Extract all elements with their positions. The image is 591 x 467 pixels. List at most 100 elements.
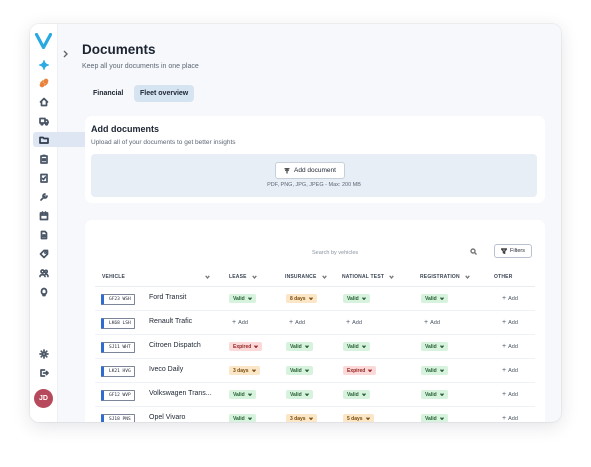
add-label: Add xyxy=(508,415,518,422)
page-title: Documents xyxy=(82,42,156,57)
status-label: Valid xyxy=(425,391,437,398)
add-label: Add xyxy=(508,343,518,350)
status-badge-insurance[interactable]: 8 days xyxy=(286,294,317,303)
column-header-other[interactable]: OTHER xyxy=(494,274,513,280)
search-placeholder: Search by vehicles xyxy=(312,249,359,256)
nav-item-settings[interactable] xyxy=(33,346,54,361)
table-row[interactable]: GF12 WVP Volkswagen Trans... Valid Valid Val… xyxy=(95,383,535,407)
license-plate: LK68 LSH xyxy=(101,318,135,329)
status-badge-lease[interactable]: Valid xyxy=(229,294,256,303)
status-label: Valid xyxy=(233,391,245,398)
status-badge-insurance[interactable]: Valid xyxy=(286,366,313,375)
status-label: Valid xyxy=(425,295,437,302)
status-badge-insurance[interactable]: 3 days xyxy=(286,414,317,422)
add-label: Add xyxy=(238,319,248,326)
status-label: Valid xyxy=(290,391,302,398)
plus-icon: + xyxy=(289,319,294,326)
add-label: Add xyxy=(508,367,518,374)
add-registration-button[interactable]: + Add xyxy=(424,319,440,326)
vehicle-search-input[interactable]: Search by vehicles xyxy=(312,247,482,258)
status-badge-lease[interactable]: Expired xyxy=(229,342,263,351)
vehicle-name[interactable]: Iveco Daily xyxy=(149,366,183,373)
chevron-down-icon xyxy=(254,345,259,348)
nav-item-documents[interactable] xyxy=(33,132,87,147)
tab-financial[interactable]: Financial xyxy=(87,85,129,102)
column-header-national-test[interactable]: NATIONAL TEST xyxy=(342,274,394,280)
add-other-button[interactable]: + Add xyxy=(502,343,518,350)
plus-icon: + xyxy=(502,391,507,398)
status-badge-national-test[interactable]: Valid xyxy=(343,390,370,399)
add-national-test-button[interactable]: + Add xyxy=(346,319,362,326)
filters-button[interactable]: Filters xyxy=(494,244,532,258)
nav-item-insights[interactable] xyxy=(33,284,54,299)
nav-item-tags[interactable] xyxy=(33,246,54,261)
table-row[interactable]: SJ11 WHT Citroen Dispatch Expired Valid Vali… xyxy=(95,335,535,359)
nav-item-files[interactable] xyxy=(33,227,54,242)
status-badge-national-test[interactable]: 5 days xyxy=(343,414,374,422)
column-header-registration[interactable]: REGISTRATION xyxy=(420,274,470,280)
nav-item-logout[interactable] xyxy=(33,365,54,380)
search-icon xyxy=(470,248,478,256)
table-row[interactable]: SJ18 PNS Opel Vivaro Valid 3 days 5 days Vali… xyxy=(95,407,535,422)
column-header-lease[interactable]: LEASE xyxy=(229,274,257,280)
status-badge-national-test[interactable]: Expired xyxy=(343,366,377,375)
status-badge-lease[interactable]: Valid xyxy=(229,390,256,399)
status-badge-registration[interactable]: Valid xyxy=(421,414,448,422)
status-badge-lease[interactable]: Valid xyxy=(229,414,256,422)
chevron-down-icon xyxy=(361,297,366,300)
table-row[interactable]: LK68 LSH Renault Trafic + Add + Add + Add + Add + A… xyxy=(95,311,535,335)
vehicle-name[interactable]: Volkswagen Trans... xyxy=(149,390,212,397)
nav-item-vehicles[interactable] xyxy=(33,113,54,128)
vehicle-name[interactable]: Ford Transit xyxy=(149,294,186,301)
checklist-icon xyxy=(39,173,48,183)
status-badge-registration[interactable]: Valid xyxy=(421,366,448,375)
chevron-down-icon xyxy=(439,393,444,396)
nav-item-clipboard[interactable] xyxy=(33,151,54,166)
column-header-insurance[interactable]: INSURANCE xyxy=(285,274,327,280)
status-badge-lease[interactable]: 3 days xyxy=(229,366,260,375)
table-row[interactable]: GF23 WSH Ford Transit Valid 8 days Valid Vali… xyxy=(95,287,535,311)
nav-item-checklist[interactable] xyxy=(33,170,54,185)
status-badge-national-test[interactable]: Valid xyxy=(343,342,370,351)
add-documents-description: Upload all of your documents to get bett… xyxy=(91,139,236,146)
nav-item-link[interactable] xyxy=(33,75,54,90)
user-avatar[interactable]: JD xyxy=(34,389,53,408)
status-badge-insurance[interactable]: Valid xyxy=(286,390,313,399)
collapse-sidebar-button[interactable] xyxy=(62,45,69,58)
nav-item-home[interactable] xyxy=(33,94,54,109)
chevron-down-icon xyxy=(439,297,444,300)
add-other-button[interactable]: + Add xyxy=(502,295,518,302)
chevron-down-icon xyxy=(304,393,309,396)
status-badge-national-test[interactable]: Valid xyxy=(343,294,370,303)
sparkle-icon xyxy=(38,59,49,70)
nav-item-sparkle[interactable] xyxy=(33,57,54,72)
column-header-vehicle[interactable]: VEHICLE xyxy=(102,274,210,280)
status-badge-registration[interactable]: Valid xyxy=(421,342,448,351)
nav-item-people[interactable] xyxy=(33,265,54,280)
home-icon xyxy=(39,97,48,106)
add-documents-card: Add documents Upload all of your documen… xyxy=(85,116,545,203)
add-other-button[interactable]: + Add xyxy=(502,391,518,398)
add-document-button[interactable]: Add document xyxy=(275,162,345,179)
add-insurance-button[interactable]: + Add xyxy=(289,319,305,326)
nav-item-calendar[interactable] xyxy=(33,208,54,223)
nav-item-maintenance[interactable] xyxy=(33,189,54,204)
add-other-button[interactable]: + Add xyxy=(502,415,518,422)
table-row[interactable]: LK21 HVG Iveco Daily 3 days Valid Expired Val… xyxy=(95,359,535,383)
logo-icon[interactable] xyxy=(35,33,52,49)
status-label: Valid xyxy=(425,367,437,374)
add-lease-button[interactable]: + Add xyxy=(232,319,248,326)
upload-dropzone[interactable]: Add document PDF, PNG, JPG, JPEG - Max: … xyxy=(91,154,537,197)
status-badge-registration[interactable]: Valid xyxy=(421,390,448,399)
status-label: Valid xyxy=(347,343,359,350)
status-badge-insurance[interactable]: Valid xyxy=(286,342,313,351)
vehicle-name[interactable]: Renault Trafic xyxy=(149,318,192,325)
add-other-button[interactable]: + Add xyxy=(502,367,518,374)
vehicle-name[interactable]: Citroen Dispatch xyxy=(149,342,201,349)
status-badge-registration[interactable]: Valid xyxy=(421,294,448,303)
chevron-down-icon xyxy=(389,275,394,280)
add-other-button[interactable]: + Add xyxy=(502,319,518,326)
sidebar: V xyxy=(30,24,87,422)
tab-fleet-overview[interactable]: Fleet overview xyxy=(134,85,195,102)
vehicle-name[interactable]: Opel Vivaro xyxy=(149,414,185,421)
